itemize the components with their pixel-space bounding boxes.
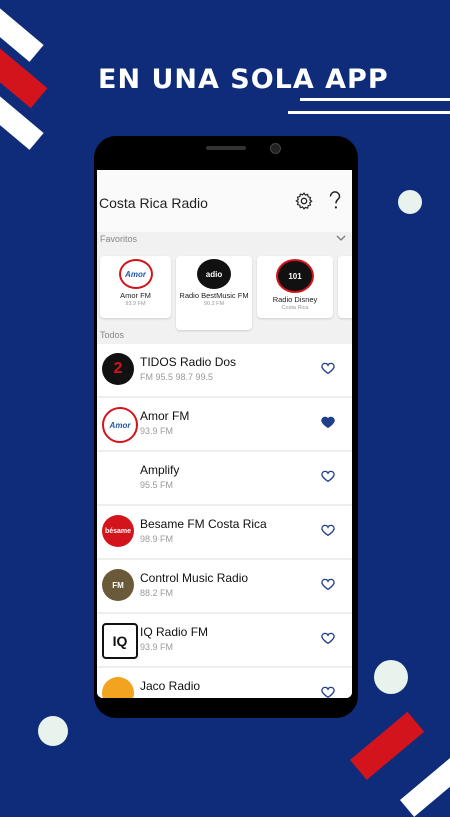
- heart-outline-icon[interactable]: [320, 468, 336, 484]
- app-bar: Costa Rica Radio: [97, 170, 352, 232]
- favorite-name: Radio BestMusic FM: [179, 291, 249, 300]
- amor-fm-logo: Amor: [118, 259, 153, 289]
- station-name: TIDOS Radio Dos: [140, 355, 237, 369]
- favorite-name: Amor FM: [120, 291, 151, 300]
- station-row[interactable]: Jaco Radio: [97, 668, 352, 698]
- station-logo: 2: [102, 353, 134, 385]
- favorite-card[interactable]: adio Radio BestMusic FM 90.3 FM: [176, 256, 252, 330]
- favorite-sub: Costa Rica: [281, 305, 309, 311]
- favorite-card[interactable]: Amor Amor FM 93.9 FM: [100, 256, 171, 318]
- station-logo: Amor: [102, 407, 138, 443]
- favorite-sub: 93.9 FM: [125, 301, 146, 307]
- station-frequency: FM 95.5 98.7 99.5: [140, 372, 214, 382]
- station-frequency: 93.9 FM: [140, 426, 174, 436]
- decorative-stripe: [0, 0, 44, 62]
- favorite-card-partial[interactable]: [338, 256, 352, 318]
- station-frequency: 95.5 FM: [140, 480, 174, 490]
- gear-icon[interactable]: [293, 190, 315, 212]
- station-logo: [102, 461, 134, 493]
- app-title: Costa Rica Radio: [99, 195, 208, 211]
- favorite-name: Radio Disney: [272, 295, 318, 304]
- station-frequency: 93.9 FM: [140, 642, 174, 652]
- heart-outline-icon[interactable]: [320, 576, 336, 592]
- station-frequency: 88.2 FM: [140, 588, 174, 598]
- favorites-label: Favoritos: [100, 234, 138, 244]
- decorative-stripe: [350, 711, 425, 780]
- station-name: Besame FM Costa Rica: [140, 517, 267, 531]
- heart-outline-icon[interactable]: [320, 360, 336, 376]
- phone-speaker: [206, 146, 246, 150]
- question-mark-icon[interactable]: [324, 190, 346, 212]
- heart-outline-icon[interactable]: [320, 630, 336, 646]
- station-row[interactable]: Amplify 95.5 FM: [97, 452, 352, 506]
- decorative-dot: [398, 190, 422, 214]
- heart-outline-icon[interactable]: [320, 522, 336, 538]
- station-name: Amplify: [140, 463, 180, 477]
- chevron-down-icon[interactable]: [336, 234, 346, 242]
- station-row[interactable]: bésame Besame FM Costa Rica 98.9 FM: [97, 506, 352, 560]
- station-logo: [102, 677, 134, 698]
- decorative-dot: [38, 716, 68, 746]
- station-name: Control Music Radio: [140, 571, 249, 585]
- favorite-sub: 90.3 FM: [203, 301, 225, 307]
- all-stations-label: Todos: [100, 330, 125, 340]
- phone-camera: [270, 143, 281, 154]
- station-logo: IQ: [102, 623, 138, 659]
- station-frequency: 98.9 FM: [140, 534, 174, 544]
- station-logo: FM: [102, 569, 134, 601]
- heart-outline-icon[interactable]: [320, 684, 336, 698]
- headline: EN UNA SOLA APP: [98, 64, 389, 95]
- station-row[interactable]: FM Control Music Radio 88.2 FM: [97, 560, 352, 614]
- bestmusic-logo: adio: [197, 259, 231, 289]
- heart-filled-icon[interactable]: [320, 414, 336, 430]
- radio-disney-logo: 101: [276, 259, 314, 293]
- decorative-dot: [374, 660, 408, 694]
- station-name: Jaco Radio: [140, 679, 201, 693]
- station-row[interactable]: IQ IQ Radio FM 93.9 FM: [97, 614, 352, 668]
- underline-decoration: [288, 111, 450, 114]
- station-row[interactable]: Amor Amor FM 93.9 FM: [97, 398, 352, 452]
- phone-frame: Costa Rica Radio Favoritos Amor Amor FM …: [94, 136, 358, 718]
- station-row[interactable]: 2 TIDOS Radio Dos FM 95.5 98.7 99.5: [97, 344, 352, 398]
- app-screen: Costa Rica Radio Favoritos Amor Amor FM …: [97, 170, 352, 698]
- favorite-card[interactable]: 101 Radio Disney Costa Rica: [257, 256, 333, 318]
- decorative-stripe: [400, 751, 450, 817]
- underline-decoration: [300, 98, 450, 101]
- station-name: IQ Radio FM: [140, 625, 209, 639]
- station-name: Amor FM: [140, 409, 190, 423]
- station-logo: bésame: [102, 515, 134, 547]
